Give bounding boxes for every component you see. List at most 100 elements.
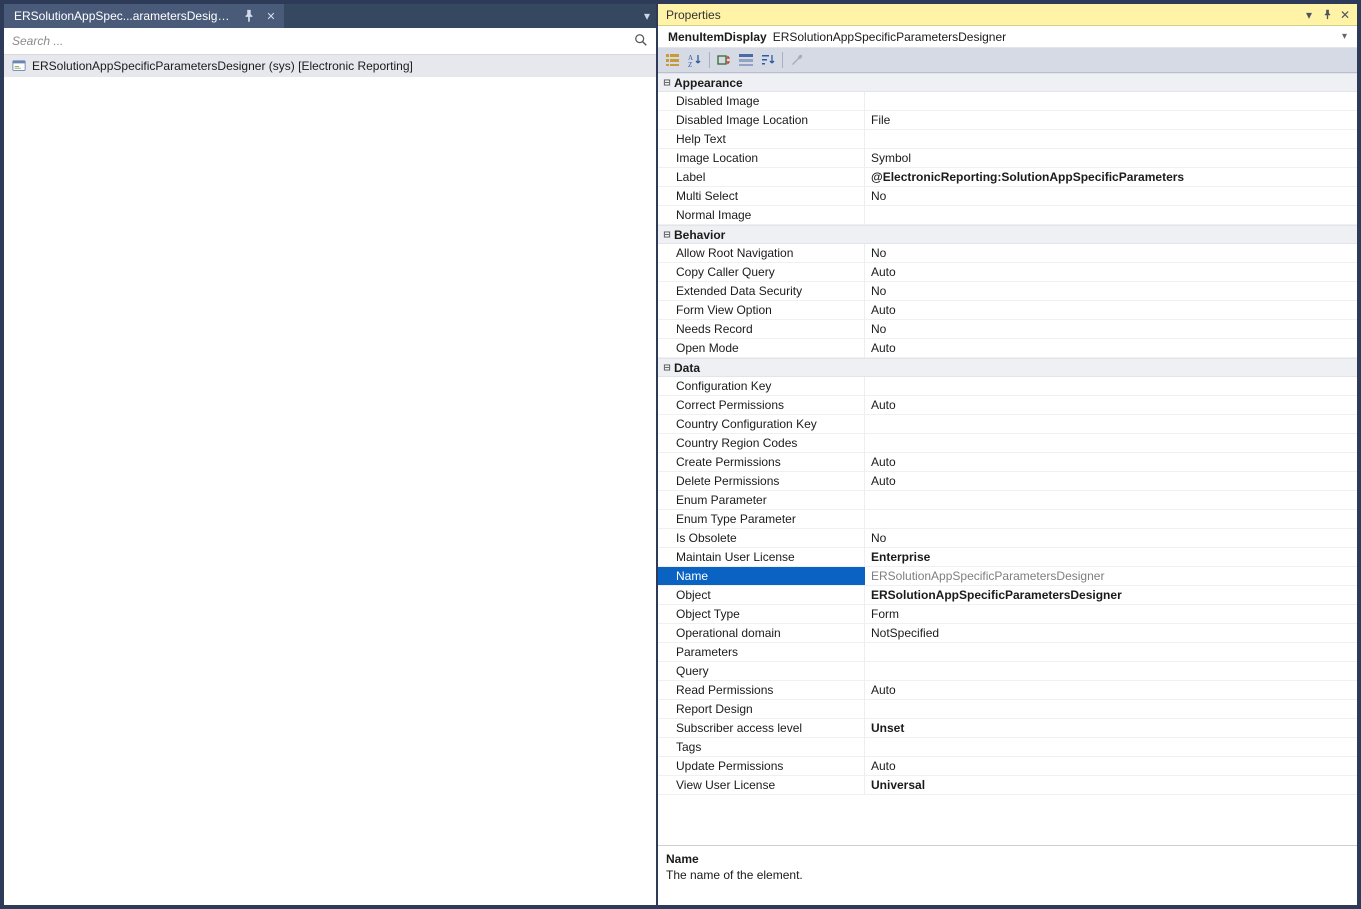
- property-value[interactable]: [865, 662, 1357, 680]
- property-value[interactable]: File: [865, 111, 1357, 129]
- property-name: Allow Root Navigation: [658, 244, 865, 262]
- property-row[interactable]: Configuration Key: [658, 377, 1357, 396]
- property-row[interactable]: Disabled Image LocationFile: [658, 111, 1357, 130]
- property-value[interactable]: [865, 130, 1357, 148]
- property-value[interactable]: Auto: [865, 339, 1357, 357]
- property-row[interactable]: Multi SelectNo: [658, 187, 1357, 206]
- property-row[interactable]: Normal Image: [658, 206, 1357, 225]
- property-value[interactable]: [865, 643, 1357, 661]
- property-row[interactable]: Is ObsoleteNo: [658, 529, 1357, 548]
- property-row[interactable]: Correct PermissionsAuto: [658, 396, 1357, 415]
- property-row[interactable]: Delete PermissionsAuto: [658, 472, 1357, 491]
- property-row[interactable]: Label@ElectronicReporting:SolutionAppSpe…: [658, 168, 1357, 187]
- property-row[interactable]: Form View OptionAuto: [658, 301, 1357, 320]
- property-row[interactable]: Help Text: [658, 130, 1357, 149]
- property-row[interactable]: Parameters: [658, 643, 1357, 662]
- document-tab-bar: ERSolutionAppSpec...arametersDesigner ✕ …: [4, 4, 656, 28]
- collapse-icon[interactable]: ⊟: [660, 228, 674, 241]
- property-row[interactable]: Operational domainNotSpecified: [658, 624, 1357, 643]
- search-icon[interactable]: [630, 33, 652, 50]
- property-row[interactable]: Country Configuration Key: [658, 415, 1357, 434]
- property-value[interactable]: [865, 491, 1357, 509]
- svg-text:Z: Z: [688, 61, 692, 68]
- property-value[interactable]: ERSolutionAppSpecificParametersDesigner: [865, 567, 1357, 585]
- property-row[interactable]: Allow Root NavigationNo: [658, 244, 1357, 263]
- designer-tree[interactable]: ERSolutionAppSpecificParametersDesigner …: [4, 55, 656, 905]
- autohide-pin-icon[interactable]: [1319, 7, 1335, 23]
- property-categories-button[interactable]: [735, 50, 757, 70]
- sort-button[interactable]: [757, 50, 779, 70]
- property-row[interactable]: Image LocationSymbol: [658, 149, 1357, 168]
- property-value[interactable]: No: [865, 282, 1357, 300]
- property-value[interactable]: [865, 700, 1357, 718]
- window-menu-dropdown[interactable]: ▾: [1301, 7, 1317, 23]
- tab-overflow-dropdown[interactable]: ▾: [638, 4, 656, 28]
- property-value[interactable]: [865, 377, 1357, 395]
- category-row[interactable]: ⊟Behavior: [658, 225, 1357, 244]
- property-value[interactable]: No: [865, 529, 1357, 547]
- property-value[interactable]: Form: [865, 605, 1357, 623]
- property-value[interactable]: [865, 510, 1357, 528]
- property-value[interactable]: Auto: [865, 396, 1357, 414]
- property-value[interactable]: No: [865, 244, 1357, 262]
- categorized-view-button[interactable]: [662, 50, 684, 70]
- property-row[interactable]: ObjectERSolutionAppSpecificParametersDes…: [658, 586, 1357, 605]
- property-value[interactable]: Auto: [865, 301, 1357, 319]
- property-value[interactable]: [865, 434, 1357, 452]
- property-name: Object Type: [658, 605, 865, 623]
- property-row[interactable]: Read PermissionsAuto: [658, 681, 1357, 700]
- property-value[interactable]: @ElectronicReporting:SolutionAppSpecific…: [865, 168, 1357, 186]
- property-value[interactable]: [865, 206, 1357, 224]
- property-row[interactable]: Disabled Image: [658, 92, 1357, 111]
- property-row[interactable]: Enum Parameter: [658, 491, 1357, 510]
- property-value[interactable]: Universal: [865, 776, 1357, 794]
- property-row[interactable]: Query: [658, 662, 1357, 681]
- property-value[interactable]: Auto: [865, 453, 1357, 471]
- property-value[interactable]: Symbol: [865, 149, 1357, 167]
- property-row[interactable]: Copy Caller QueryAuto: [658, 263, 1357, 282]
- property-row[interactable]: Object TypeForm: [658, 605, 1357, 624]
- property-value[interactable]: Auto: [865, 472, 1357, 490]
- property-value[interactable]: NotSpecified: [865, 624, 1357, 642]
- property-row[interactable]: Enum Type Parameter: [658, 510, 1357, 529]
- property-row[interactable]: Tags: [658, 738, 1357, 757]
- property-row[interactable]: Report Design: [658, 700, 1357, 719]
- property-value[interactable]: No: [865, 187, 1357, 205]
- property-value[interactable]: Auto: [865, 263, 1357, 281]
- property-row[interactable]: Open ModeAuto: [658, 339, 1357, 358]
- chevron-down-icon[interactable]: ▾: [1338, 31, 1351, 42]
- search-input[interactable]: [12, 34, 630, 48]
- object-selector-row[interactable]: MenuItemDisplay ERSolutionAppSpecificPar…: [658, 26, 1357, 48]
- collapse-icon[interactable]: ⊟: [660, 361, 674, 374]
- property-value[interactable]: Unset: [865, 719, 1357, 737]
- document-tab[interactable]: ERSolutionAppSpec...arametersDesigner ✕: [4, 4, 284, 28]
- property-value[interactable]: Auto: [865, 681, 1357, 699]
- property-row[interactable]: Update PermissionsAuto: [658, 757, 1357, 776]
- property-row[interactable]: Subscriber access levelUnset: [658, 719, 1357, 738]
- category-row[interactable]: ⊟Appearance: [658, 73, 1357, 92]
- close-icon[interactable]: ✕: [264, 9, 278, 23]
- property-row[interactable]: Maintain User LicenseEnterprise: [658, 548, 1357, 567]
- property-row[interactable]: Country Region Codes: [658, 434, 1357, 453]
- property-value[interactable]: Enterprise: [865, 548, 1357, 566]
- collapse-icon[interactable]: ⊟: [660, 76, 674, 89]
- property-value[interactable]: No: [865, 320, 1357, 338]
- extensions-button[interactable]: [713, 50, 735, 70]
- category-row[interactable]: ⊟Data: [658, 358, 1357, 377]
- property-row[interactable]: Extended Data SecurityNo: [658, 282, 1357, 301]
- property-row[interactable]: Create PermissionsAuto: [658, 453, 1357, 472]
- alphabetical-view-button[interactable]: AZ: [684, 50, 706, 70]
- tree-root-node[interactable]: ERSolutionAppSpecificParametersDesigner …: [4, 55, 656, 77]
- property-row[interactable]: NameERSolutionAppSpecificParametersDesig…: [658, 567, 1357, 586]
- property-value[interactable]: Auto: [865, 757, 1357, 775]
- property-value[interactable]: [865, 415, 1357, 433]
- property-value[interactable]: [865, 92, 1357, 110]
- pin-icon[interactable]: [242, 9, 256, 23]
- property-value[interactable]: [865, 738, 1357, 756]
- property-grid[interactable]: ⊟AppearanceDisabled ImageDisabled Image …: [658, 73, 1357, 845]
- property-row[interactable]: Needs RecordNo: [658, 320, 1357, 339]
- property-row[interactable]: View User LicenseUniversal: [658, 776, 1357, 795]
- close-panel-icon[interactable]: ✕: [1337, 7, 1353, 23]
- property-value[interactable]: ERSolutionAppSpecificParametersDesigner: [865, 586, 1357, 604]
- property-name: Enum Type Parameter: [658, 510, 865, 528]
